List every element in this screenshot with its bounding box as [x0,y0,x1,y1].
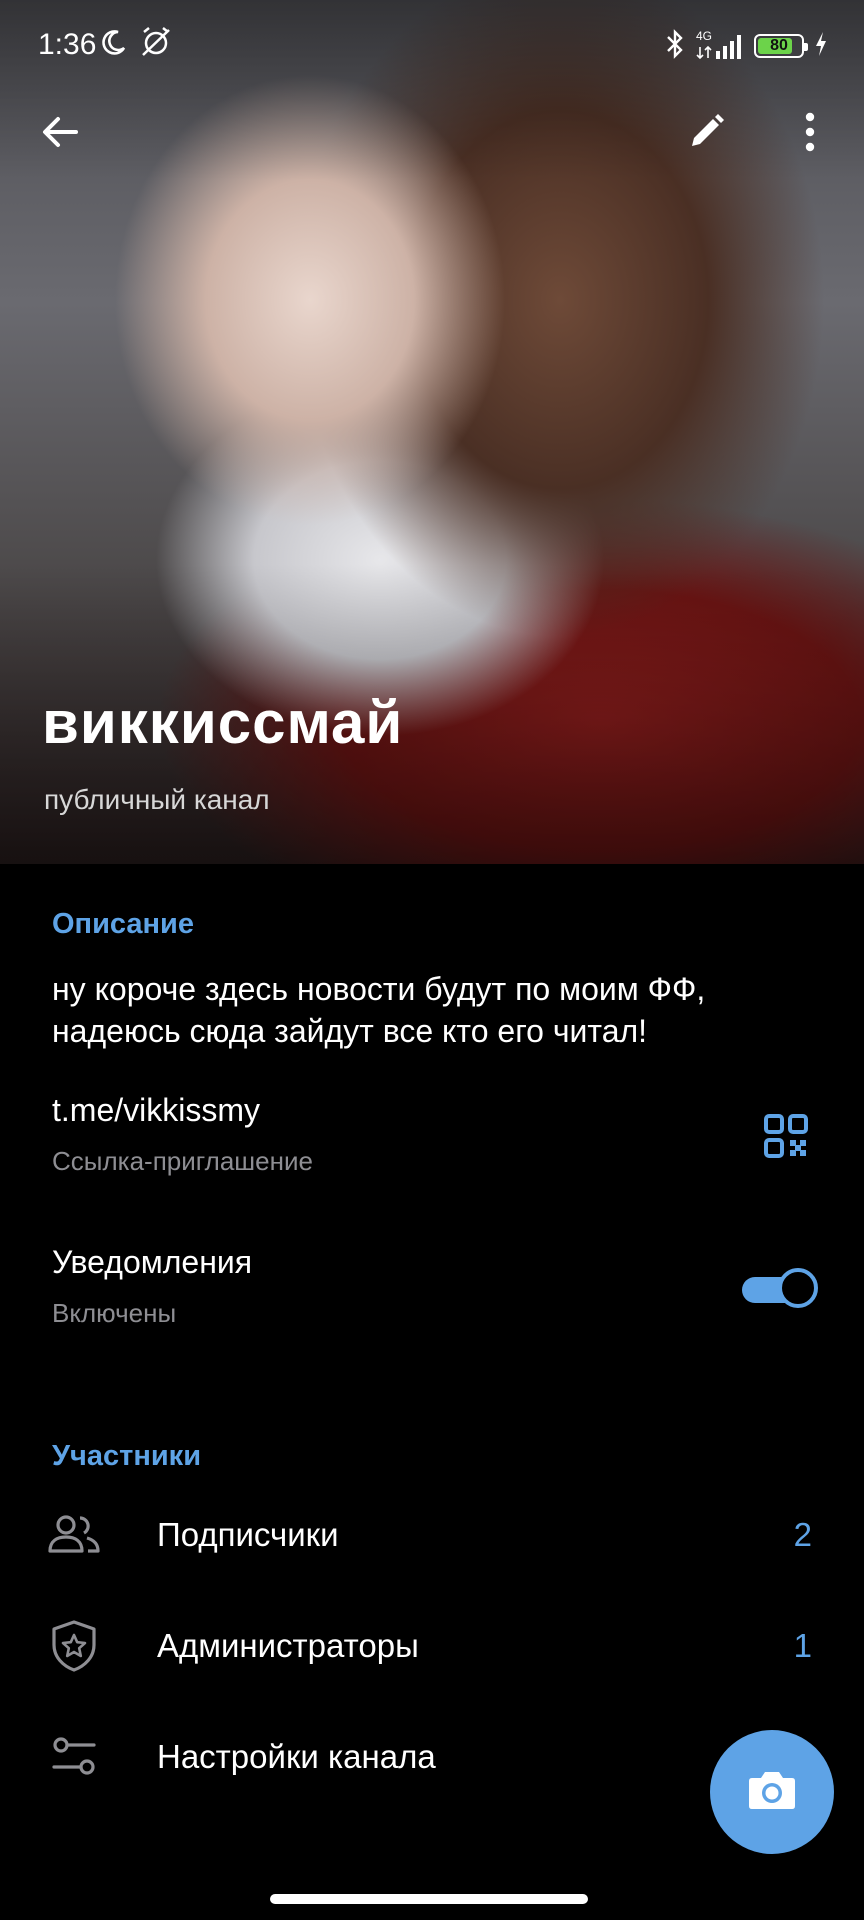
status-bar: 1:36 4G 80 [0,0,864,90]
notifications-row[interactable]: Уведомления Включены [0,1232,864,1342]
channel-settings-label: Настройки канала [157,1738,436,1775]
invite-link-label: Ссылка-приглашение [52,1146,313,1176]
moon-icon [100,28,128,61]
administrators-row[interactable]: Администраторы 1 [0,1591,864,1701]
administrators-count: 1 [793,1627,812,1664]
pencil-icon [686,112,726,157]
notifications-title: Уведомления [52,1244,253,1280]
notifications-status: Включены [52,1298,177,1328]
channel-type-label: публичный канал [44,784,270,815]
subscribers-label: Подписчики [157,1516,339,1553]
home-indicator[interactable] [270,1894,588,1904]
description-header: Описание [52,908,194,940]
cellular-signal-icon: 4G [696,29,744,61]
users-icon [44,1505,104,1565]
alarm-off-icon [138,26,174,63]
camera-icon [746,1768,798,1817]
status-time: 1:36 [38,28,97,61]
invite-link-url: t.me/vikkissmy [52,1092,260,1128]
channel-description: ну короче здесь новости будут по моим ФФ… [52,968,812,1052]
channel-info-screen: виккиссмай публичный канал 1:36 4G 80 Оп… [0,0,864,1920]
shield-star-icon [44,1616,104,1676]
notifications-toggle[interactable] [742,1268,818,1312]
bluetooth-icon [664,28,686,64]
more-vertical-icon [804,112,816,157]
edit-channel-button[interactable] [670,98,742,170]
description-line-1: ну короче здесь новости будут по моим ФФ… [52,971,706,1007]
battery-icon: 80 [754,34,808,58]
members-header: Участники [52,1440,202,1472]
charging-icon [814,31,828,62]
sliders-icon [44,1727,104,1787]
back-arrow-icon [40,112,80,157]
subscribers-row[interactable]: Подписчики 2 [0,1480,864,1590]
back-button[interactable] [24,98,96,170]
set-photo-button[interactable] [710,1730,834,1854]
channel-title: виккиссмай [42,689,404,756]
qr-code-icon [764,1113,808,1163]
invite-link-row[interactable]: t.me/vikkissmy Ссылка-приглашение [0,1080,740,1190]
battery-level: 80 [770,37,788,54]
subscribers-count: 2 [793,1516,812,1553]
qr-code-button[interactable] [756,1108,816,1168]
administrators-label: Администраторы [157,1627,419,1664]
description-line-2: надеюсь сюда зайдут все кто его читал! [52,1013,648,1049]
more-options-button[interactable] [774,98,846,170]
